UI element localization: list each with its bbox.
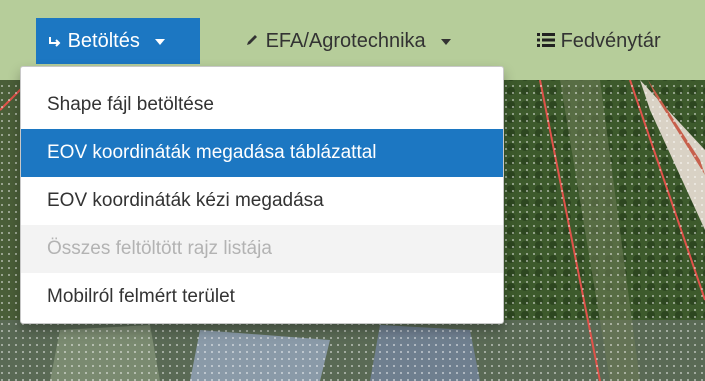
list-icon	[537, 19, 555, 65]
menu-item-label: EOV koordináták megadása táblázattal	[47, 142, 377, 163]
menu-item-mobile-survey[interactable]: Mobilról felmért terület	[21, 273, 503, 321]
menu-item-eov-manual[interactable]: EOV koordináták kézi megadása	[21, 177, 503, 225]
menu-item-eov-table[interactable]: EOV koordináták megadása táblázattal	[21, 129, 503, 177]
load-menu-button[interactable]: Betöltés	[36, 18, 200, 64]
load-menu-label: Betöltés	[67, 30, 140, 52]
menu-item-shape-load[interactable]: Shape fájl betöltése	[21, 81, 503, 129]
layer-library-button[interactable]: Fedvénytár	[537, 18, 661, 64]
pencil-icon	[244, 19, 260, 65]
layer-library-label: Fedvénytár	[560, 30, 661, 52]
chevron-down-icon	[155, 38, 166, 45]
menu-item-label: Összes feltöltött rajz listája	[47, 238, 272, 259]
load-dropdown-menu: Shape fájl betöltése EOV koordináták meg…	[20, 66, 504, 324]
menu-item-label: Shape fájl betöltése	[47, 94, 214, 115]
menu-item-all-drawings: Összes feltöltött rajz listája	[21, 225, 503, 273]
menu-item-label: EOV koordináták kézi megadása	[47, 190, 324, 211]
share-arrow-icon	[48, 19, 62, 65]
efa-menu-label: EFA/Agrotechnika	[265, 30, 426, 52]
efa-menu-button[interactable]: EFA/Agrotechnika	[244, 18, 452, 65]
menu-item-label: Mobilról felmért terület	[47, 286, 235, 307]
chevron-down-icon	[441, 38, 452, 45]
